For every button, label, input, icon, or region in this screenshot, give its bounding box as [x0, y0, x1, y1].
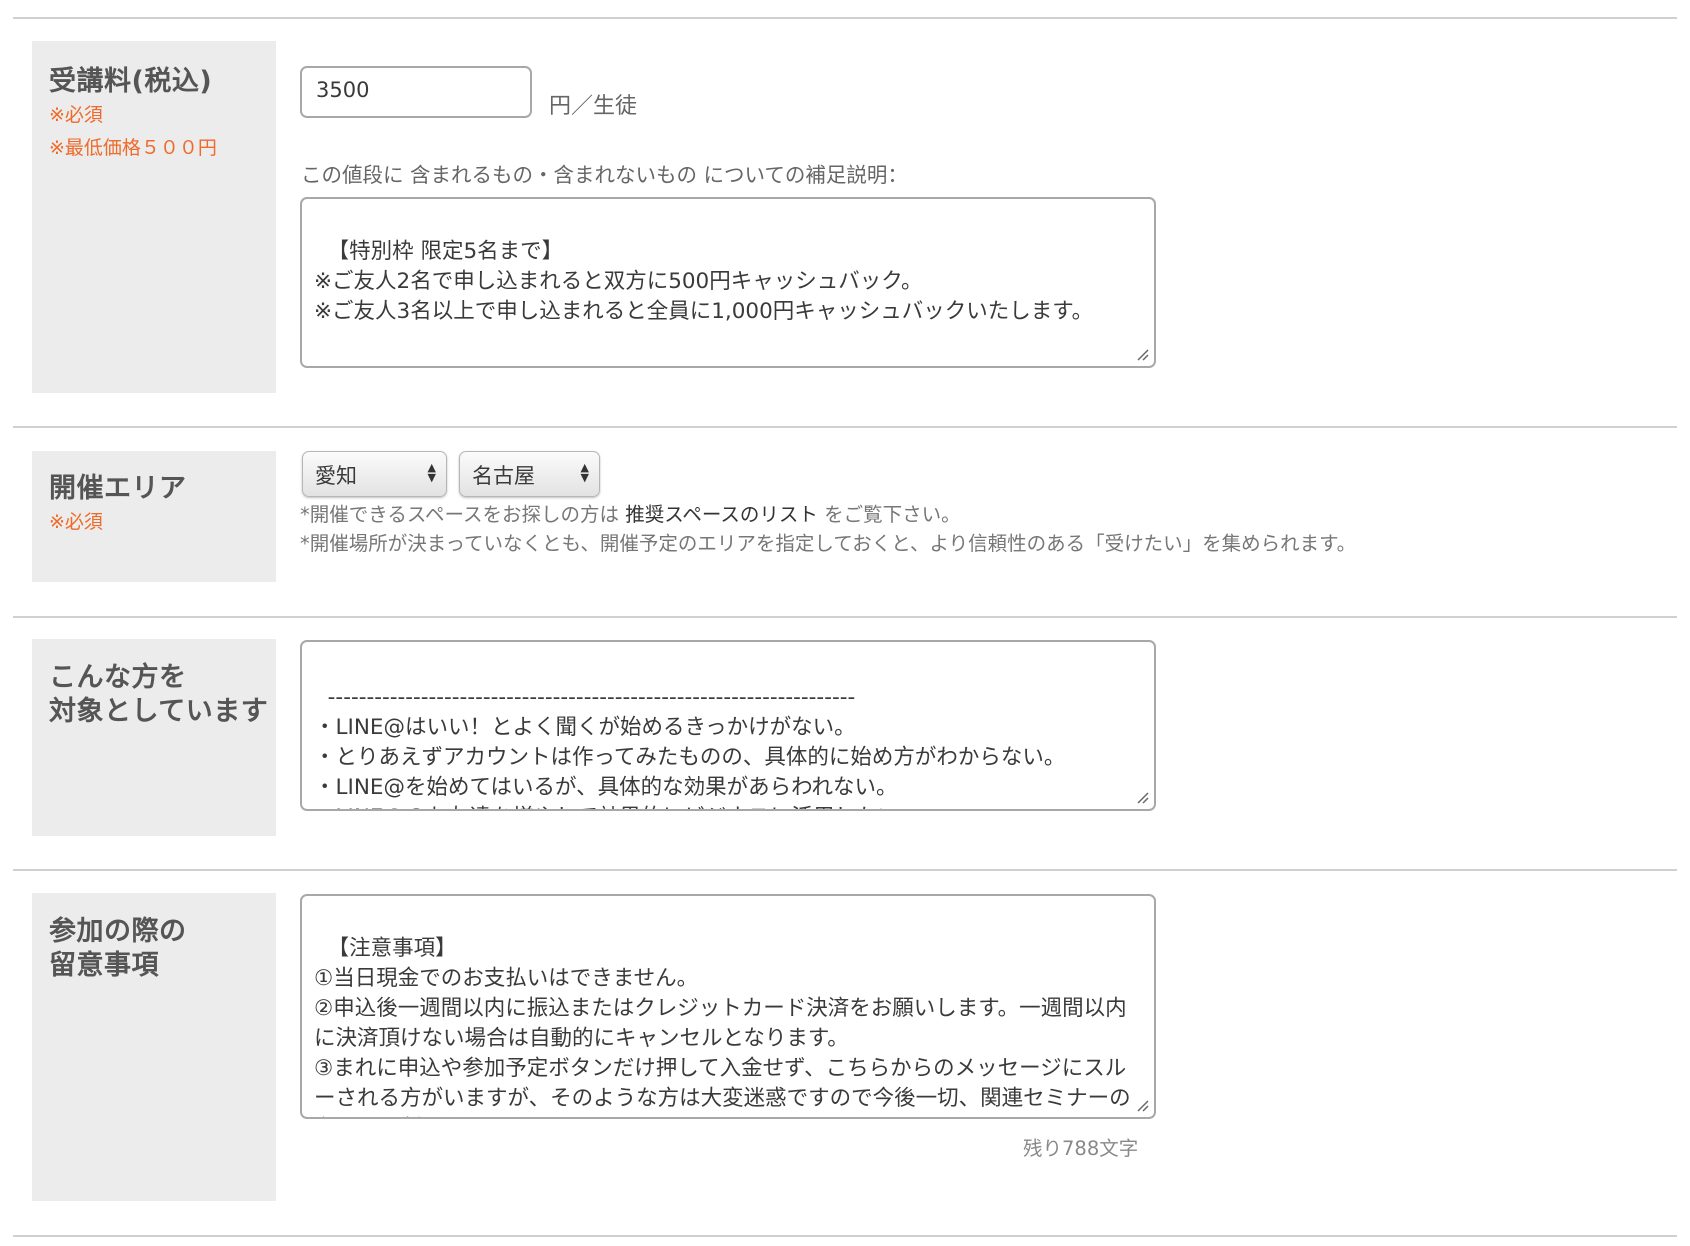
area-label-panel: 開催エリア ※必須 [32, 451, 276, 582]
prefecture-select[interactable]: 愛知 ▲ ▼ [302, 451, 447, 497]
city-value: 名古屋 [472, 464, 535, 488]
fee-unit: 円／生徒 [549, 94, 638, 119]
section-divider [13, 616, 1677, 618]
prefecture-value: 愛知 [315, 464, 357, 488]
target-text: ----------------------------------------… [314, 685, 1066, 809]
notes-title-line2: 留意事項 [49, 950, 159, 981]
section-divider [13, 1235, 1677, 1237]
resize-grip-icon[interactable] [1135, 1098, 1149, 1112]
fee-description-text: 【特別枠 限定5名まで】 ※ご友人2名で申し込まれると双方に500円キャッシュバ… [314, 239, 1094, 324]
select-arrows-icon: ▲ ▼ [580, 461, 589, 484]
fee-title: 受講料(税込) [49, 66, 213, 97]
section-divider [13, 17, 1677, 19]
notes-text: 【注意事項】 ①当日現金でのお支払いはできません。 ②申込後一週間以内に振込また… [314, 936, 1131, 1117]
target-textarea[interactable]: ----------------------------------------… [300, 640, 1156, 811]
notes-title-line1: 参加の際の [49, 916, 187, 947]
section-divider [13, 869, 1677, 871]
remaining-char-count: 残り788文字 [1023, 1137, 1139, 1160]
section-divider [13, 426, 1677, 428]
select-arrows-icon: ▲ ▼ [427, 461, 436, 484]
target-title-line1: こんな方を [49, 662, 187, 693]
city-select[interactable]: 名古屋 ▲ ▼ [459, 451, 600, 497]
area-note-2: *開催場所が決まっていなくとも、開催予定のエリアを指定しておくと、より信頼性のあ… [300, 532, 1357, 555]
target-title-line2: 対象としています [49, 696, 269, 727]
resize-grip-icon[interactable] [1135, 347, 1149, 361]
area-note-1: *開催できるスペースをお探しの方は 推奨スペースのリスト をご覧下さい。 [300, 503, 961, 526]
fee-input[interactable]: 3500 [300, 66, 532, 118]
fee-description-label: この値段に 含まれるもの・含まれないもの についての補足説明： [301, 163, 908, 187]
recommended-spaces-link[interactable]: 推奨スペースのリスト [625, 503, 818, 526]
notes-textarea[interactable]: 【注意事項】 ①当日現金でのお支払いはできません。 ②申込後一週間以内に振込また… [300, 894, 1156, 1119]
resize-grip-icon[interactable] [1135, 790, 1149, 804]
fee-min-price: ※最低価格５００円 [49, 137, 217, 159]
area-required: ※必須 [49, 511, 103, 533]
notes-label-panel: 参加の際の 留意事項 [32, 893, 276, 1201]
fee-description-textarea[interactable]: 【特別枠 限定5名まで】 ※ご友人2名で申し込まれると双方に500円キャッシュバ… [300, 197, 1156, 368]
fee-required: ※必須 [49, 104, 103, 126]
target-label-panel: こんな方を 対象としています [32, 639, 276, 836]
fee-label-panel: 受講料(税込) ※必須 ※最低価格５００円 [32, 41, 276, 393]
area-title: 開催エリア [49, 473, 187, 504]
